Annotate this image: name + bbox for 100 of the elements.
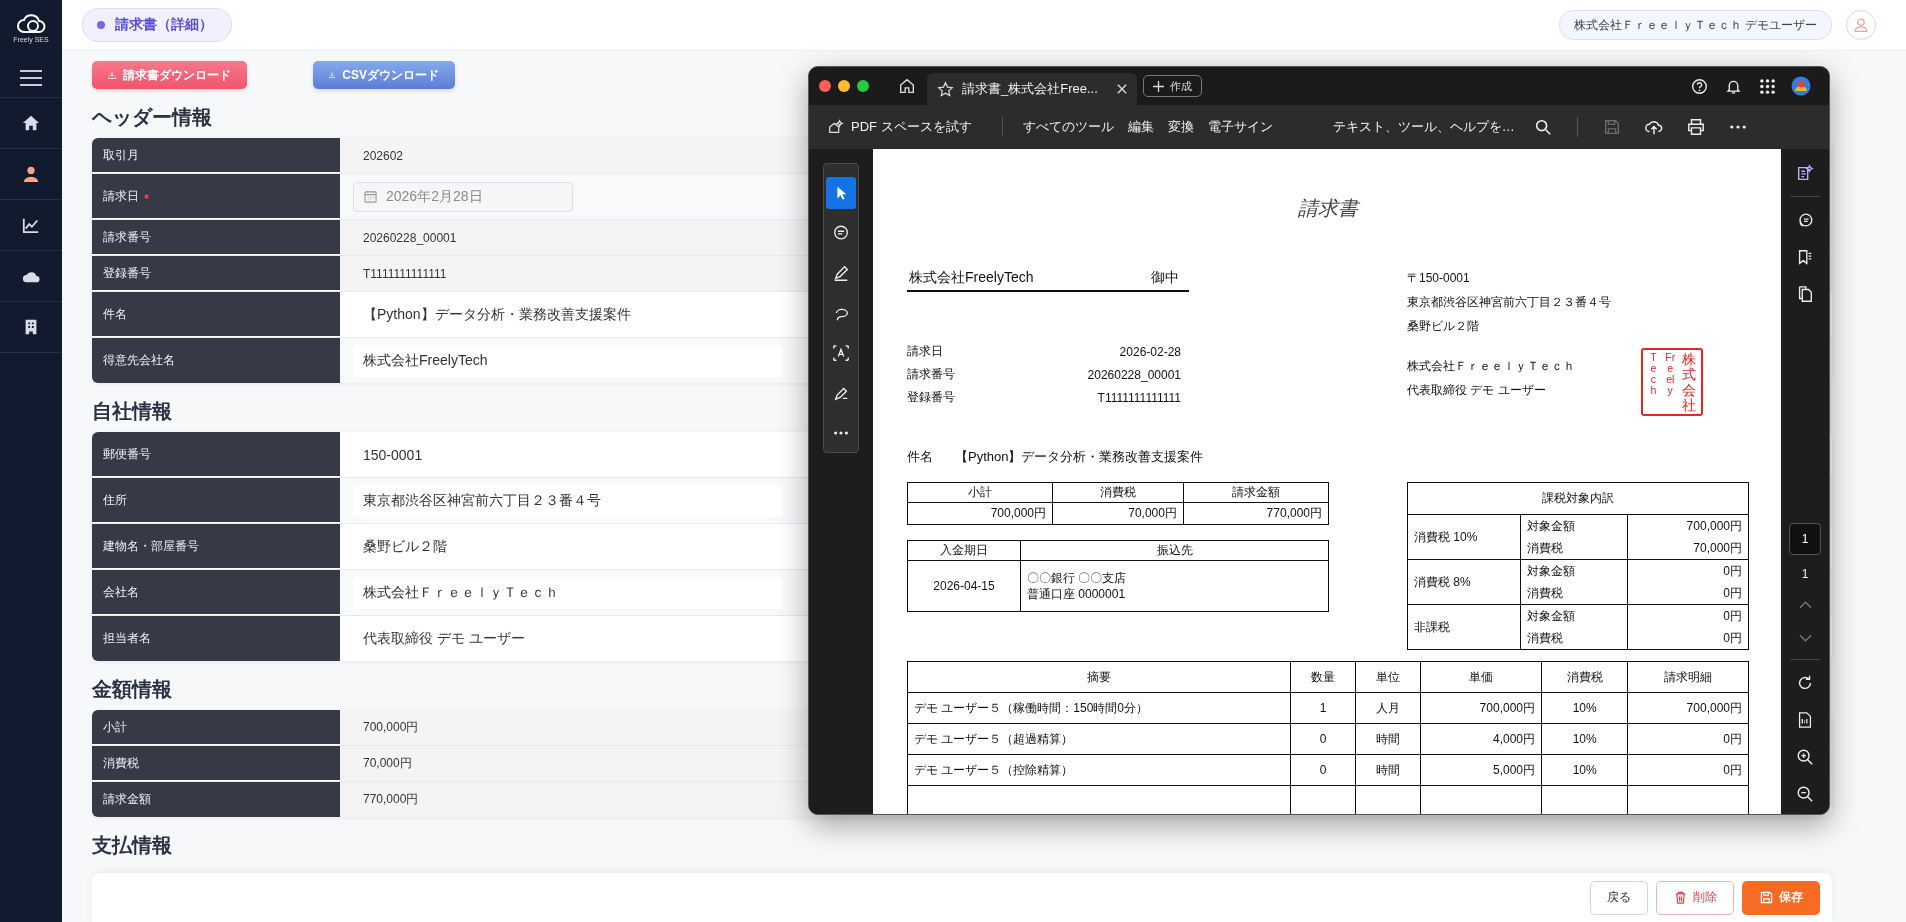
- table-cell: 700,000円: [907, 502, 1053, 525]
- field-label: 会社名: [92, 570, 340, 615]
- maximize-dot-icon[interactable]: [857, 80, 869, 92]
- table-cell: 0円: [1628, 582, 1749, 605]
- issuer-company: 株式会社ＦｒｅｅｌｙＴｅｃｈ: [1407, 357, 1576, 375]
- document-title: 請求書: [1297, 196, 1361, 221]
- input-field[interactable]: 株式会社ＦｒｅｅｌｙＴｅｃｈ: [353, 576, 783, 609]
- toolbar-menu-item[interactable]: すべてのツール: [1022, 113, 1114, 141]
- seal-text: Freely: [1665, 352, 1676, 399]
- page-title: 請求書（詳細）: [82, 8, 232, 42]
- table-cell: 消費税: [1520, 627, 1628, 650]
- table-cell: 770,000円: [1183, 502, 1329, 525]
- section-title: 自社情報: [92, 399, 172, 424]
- page-number-field[interactable]: 1: [1789, 523, 1821, 555]
- table-cell: 70,000円: [1628, 537, 1749, 560]
- table-header: 入金期日: [907, 540, 1021, 561]
- table-header: 請求金額: [1183, 482, 1329, 503]
- download-icon: [329, 69, 336, 81]
- table-header: 単位: [1355, 661, 1421, 693]
- field-value: 代表取締役 デモ ユーザー: [363, 629, 525, 648]
- user-chip[interactable]: 株式会社ＦｒｅｅｌｙＴｅｃｈ デモユーザー: [1558, 10, 1832, 40]
- star-icon[interactable]: [937, 80, 954, 98]
- table-cell: 〇〇銀行 〇〇支店 普通口座 0000001: [1020, 560, 1329, 612]
- field-label: 請求金額: [92, 782, 340, 817]
- table-header: 数量: [1290, 661, 1356, 693]
- table-cell: デモ ユーザー５（超過精算）: [907, 723, 1291, 755]
- table-header: 消費税: [1052, 482, 1184, 503]
- table-cell: 時間: [1355, 754, 1421, 786]
- logo-icon: [16, 12, 46, 34]
- table-header: 請求明細: [1627, 661, 1749, 693]
- document-tab[interactable]: 請求書_株式会社Free...: [927, 73, 1137, 105]
- table-header: 課税対象内訳: [1407, 482, 1749, 515]
- table-header: 小計: [907, 482, 1053, 503]
- section-title: 金額情報: [92, 677, 172, 702]
- issuer-address: 東京都渋谷区神宮前六丁目２３番４号: [1407, 293, 1612, 311]
- required-icon: [144, 193, 149, 199]
- pointer-icon[interactable]: [826, 177, 856, 209]
- table-header: 振込先: [1020, 540, 1329, 561]
- page-count: 1: [1801, 566, 1809, 583]
- info-value: T1111111111111: [1097, 390, 1181, 405]
- field-label: 請求番号: [92, 220, 340, 255]
- create-button[interactable]: 作成: [1143, 75, 1202, 97]
- table-cell: 700,000円: [1627, 692, 1749, 724]
- field-label: 消費税: [92, 746, 340, 781]
- minimize-dot-icon[interactable]: [838, 80, 850, 92]
- table-cell: 10%: [1541, 754, 1628, 786]
- info-label: 登録番号: [907, 389, 955, 406]
- table-header: 摘要: [907, 661, 1291, 693]
- close-icon[interactable]: [1117, 84, 1127, 94]
- field-label: 登録番号: [92, 256, 340, 291]
- try-button[interactable]: PDF スペースを試す: [827, 113, 972, 141]
- table-cell: 10%: [1541, 723, 1628, 755]
- seal-text: Tech: [1649, 352, 1658, 399]
- field-label: 得意先会社名: [92, 338, 340, 383]
- info-label: 請求番号: [907, 366, 955, 383]
- table-cell: 1: [1290, 692, 1356, 724]
- field-value: 20260228_00001: [363, 230, 457, 245]
- honorific: 御中: [1151, 269, 1179, 287]
- input-field[interactable]: 東京都渋谷区神宮前六丁目２３番４号: [353, 484, 783, 517]
- issuer-representative: 代表取締役 デモ ユーザー: [1407, 381, 1547, 399]
- search-prompt[interactable]: テキスト、ツール、ヘルプを…: [1332, 118, 1515, 136]
- recipient-name: 株式会社FreelyTech: [909, 269, 1034, 287]
- field-value: 150-0001: [363, 446, 423, 463]
- table-cell: 700,000円: [1420, 692, 1542, 724]
- subject-label: 件名: [907, 448, 933, 466]
- table-cell: 0円: [1627, 754, 1749, 786]
- toolbar-menu-item[interactable]: 電子サイン: [1207, 113, 1273, 141]
- field-label: 郵便番号: [92, 432, 340, 477]
- section-title: ヘッダー情報: [92, 105, 212, 130]
- field-value: 770,000円: [363, 791, 419, 808]
- table-cell: 2026-04-15: [907, 560, 1021, 612]
- field-value: 700,000円: [363, 719, 419, 736]
- table-cell: 0: [1290, 723, 1356, 755]
- field-label: 小計: [92, 710, 340, 745]
- table-cell: 4,000円: [1420, 723, 1542, 755]
- tab-title: 請求書_株式会社Free...: [962, 80, 1099, 98]
- table-header: 単価: [1420, 661, 1542, 693]
- table-cell: デモ ユーザー５（稼働時間：150時間0分）: [907, 692, 1291, 724]
- table-cell: 消費税 8%: [1407, 559, 1521, 605]
- postal-code: 〒150-0001: [1407, 269, 1471, 287]
- field-value: 桑野ビル２階: [363, 537, 447, 556]
- delete-button[interactable]: 削除: [1656, 880, 1734, 915]
- field-label: 担当者名: [92, 616, 340, 661]
- field-label: 取引月: [92, 138, 340, 173]
- info-value: 20260228_00001: [1087, 367, 1181, 382]
- table-cell: 非課税: [1407, 604, 1521, 650]
- table-cell: 消費税: [1520, 582, 1628, 605]
- field-value: T1111111111111: [363, 266, 447, 281]
- field-label: 建物名・部屋番号: [92, 524, 340, 569]
- toolbar-menu-item[interactable]: 変換: [1167, 113, 1194, 141]
- calendar-icon: [364, 190, 377, 203]
- field-label: 住所: [92, 478, 340, 523]
- table-cell: 10%: [1541, 692, 1628, 724]
- section-title: 支払情報: [92, 833, 172, 858]
- field-value: 202602: [363, 148, 404, 163]
- close-dot-icon[interactable]: [819, 80, 831, 92]
- toolbar-menu-item[interactable]: 編集: [1127, 113, 1154, 141]
- input-field[interactable]: 株式会社FreelyTech: [353, 344, 783, 377]
- field-value: 70,000円: [363, 755, 412, 772]
- back-button[interactable]: 戻る: [1590, 880, 1648, 915]
